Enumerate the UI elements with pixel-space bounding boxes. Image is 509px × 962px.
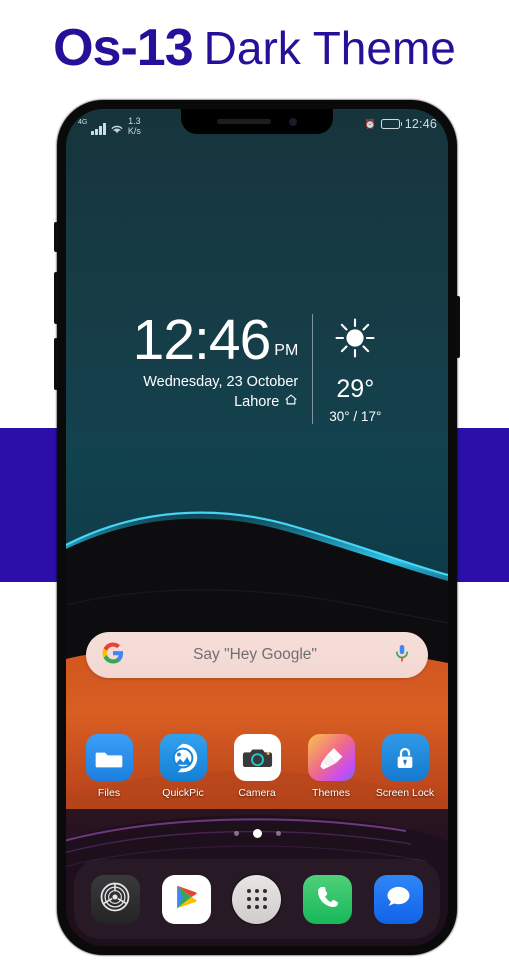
- app-label: Files: [97, 787, 121, 799]
- app-quickpic[interactable]: QuickPic: [150, 734, 216, 799]
- title-light: Dark Theme: [203, 22, 456, 74]
- camera-icon: [233, 734, 281, 781]
- page-dot-active[interactable]: [252, 829, 262, 838]
- title-strong: Os-13: [53, 19, 194, 77]
- widget-time: 12:46: [132, 308, 272, 372]
- widget-ampm: PM: [274, 342, 299, 360]
- dock-item-phone[interactable]: [303, 874, 353, 924]
- accent-band-left: [0, 428, 62, 582]
- status-bar-left: 4G 1.3 K/s: [78, 113, 141, 135]
- page-dot[interactable]: [275, 831, 281, 836]
- front-camera-icon: [289, 117, 297, 126]
- app-label: Themes: [312, 787, 350, 799]
- signal-bars-icon: [91, 123, 106, 135]
- app-files[interactable]: Files: [76, 734, 142, 799]
- page-indicator[interactable]: [66, 829, 448, 838]
- network-type-label: 4G: [78, 119, 88, 126]
- folder-icon: [85, 734, 133, 781]
- weather-temperature: 29°: [336, 375, 375, 403]
- phone-screen: 4G 1.3 K/s ⏰ 12:46 12:46 PM Wednesday, 2…: [66, 109, 448, 946]
- status-bar-clock: 12:46: [404, 117, 437, 131]
- dock: [74, 859, 440, 939]
- google-search-bar[interactable]: Say "Hey Google": [86, 632, 428, 678]
- battery-icon: [380, 119, 403, 129]
- phone-mockup: 4G 1.3 K/s ⏰ 12:46 12:46 PM Wednesday, 2…: [54, 100, 460, 955]
- alarm-icon: ⏰: [364, 118, 376, 129]
- widget-city: Lahore: [234, 393, 280, 410]
- volume-down-button[interactable]: [54, 338, 58, 390]
- widget-date: Wednesday, 23 October: [143, 374, 299, 391]
- microphone-icon[interactable]: [392, 643, 412, 668]
- photo-gallery-icon: [159, 734, 207, 781]
- gear-icon: [96, 878, 134, 921]
- widget-location-row: Lahore: [133, 393, 299, 410]
- phone-handset-icon: [313, 882, 343, 917]
- page-title: Os-13 Dark Theme: [0, 0, 509, 96]
- app-label: Screen Lock: [375, 787, 435, 799]
- wifi-icon: [110, 123, 124, 135]
- power-button[interactable]: [456, 296, 460, 358]
- app-screen-lock[interactable]: Screen Lock: [372, 734, 438, 799]
- wallpaper: [66, 109, 448, 946]
- clock-weather-widget[interactable]: 12:46 PM Wednesday, 23 October Lahore 29…: [66, 308, 448, 424]
- home-screen-app-row: Files QuickPic Camera Themes Screen Lock: [66, 734, 448, 799]
- app-label: Camera: [238, 787, 276, 799]
- app-themes[interactable]: Themes: [298, 734, 364, 799]
- app-camera[interactable]: Camera: [224, 734, 290, 799]
- dock-item-messages[interactable]: [374, 874, 424, 924]
- mute-switch[interactable]: [54, 222, 58, 252]
- home-icon: [284, 393, 298, 410]
- sun-icon: [333, 316, 377, 365]
- message-bubble-icon: [383, 881, 414, 917]
- accent-band-right: [453, 428, 509, 582]
- notch: [181, 109, 333, 134]
- dock-item-app-drawer[interactable]: [232, 874, 282, 924]
- status-bar-right: ⏰ 12:46: [365, 117, 438, 131]
- clock-block[interactable]: 12:46 PM Wednesday, 23 October Lahore: [132, 308, 314, 424]
- dock-item-settings[interactable]: [90, 874, 140, 924]
- data-speed-unit: K/s: [127, 125, 141, 136]
- app-label: QuickPic: [162, 787, 204, 799]
- time-row: 12:46 PM: [132, 308, 299, 372]
- paint-brush-icon: [307, 734, 355, 781]
- play-store-icon: [171, 882, 201, 917]
- volume-up-button[interactable]: [54, 272, 58, 324]
- weather-block[interactable]: 29° 30° / 17°: [313, 314, 381, 424]
- dock-item-play-store[interactable]: [161, 874, 211, 924]
- page-dot[interactable]: [233, 831, 239, 836]
- weather-temperature-range: 30° / 17°: [329, 409, 382, 424]
- status-bar: 4G 1.3 K/s ⏰ 12:46: [66, 109, 448, 139]
- padlock-icon: [381, 734, 429, 781]
- data-speed-indicator: 1.3 K/s: [127, 116, 141, 136]
- earpiece-speaker: [217, 119, 271, 124]
- search-input[interactable]: Say "Hey Google": [118, 646, 392, 664]
- app-drawer-icon: [246, 889, 267, 909]
